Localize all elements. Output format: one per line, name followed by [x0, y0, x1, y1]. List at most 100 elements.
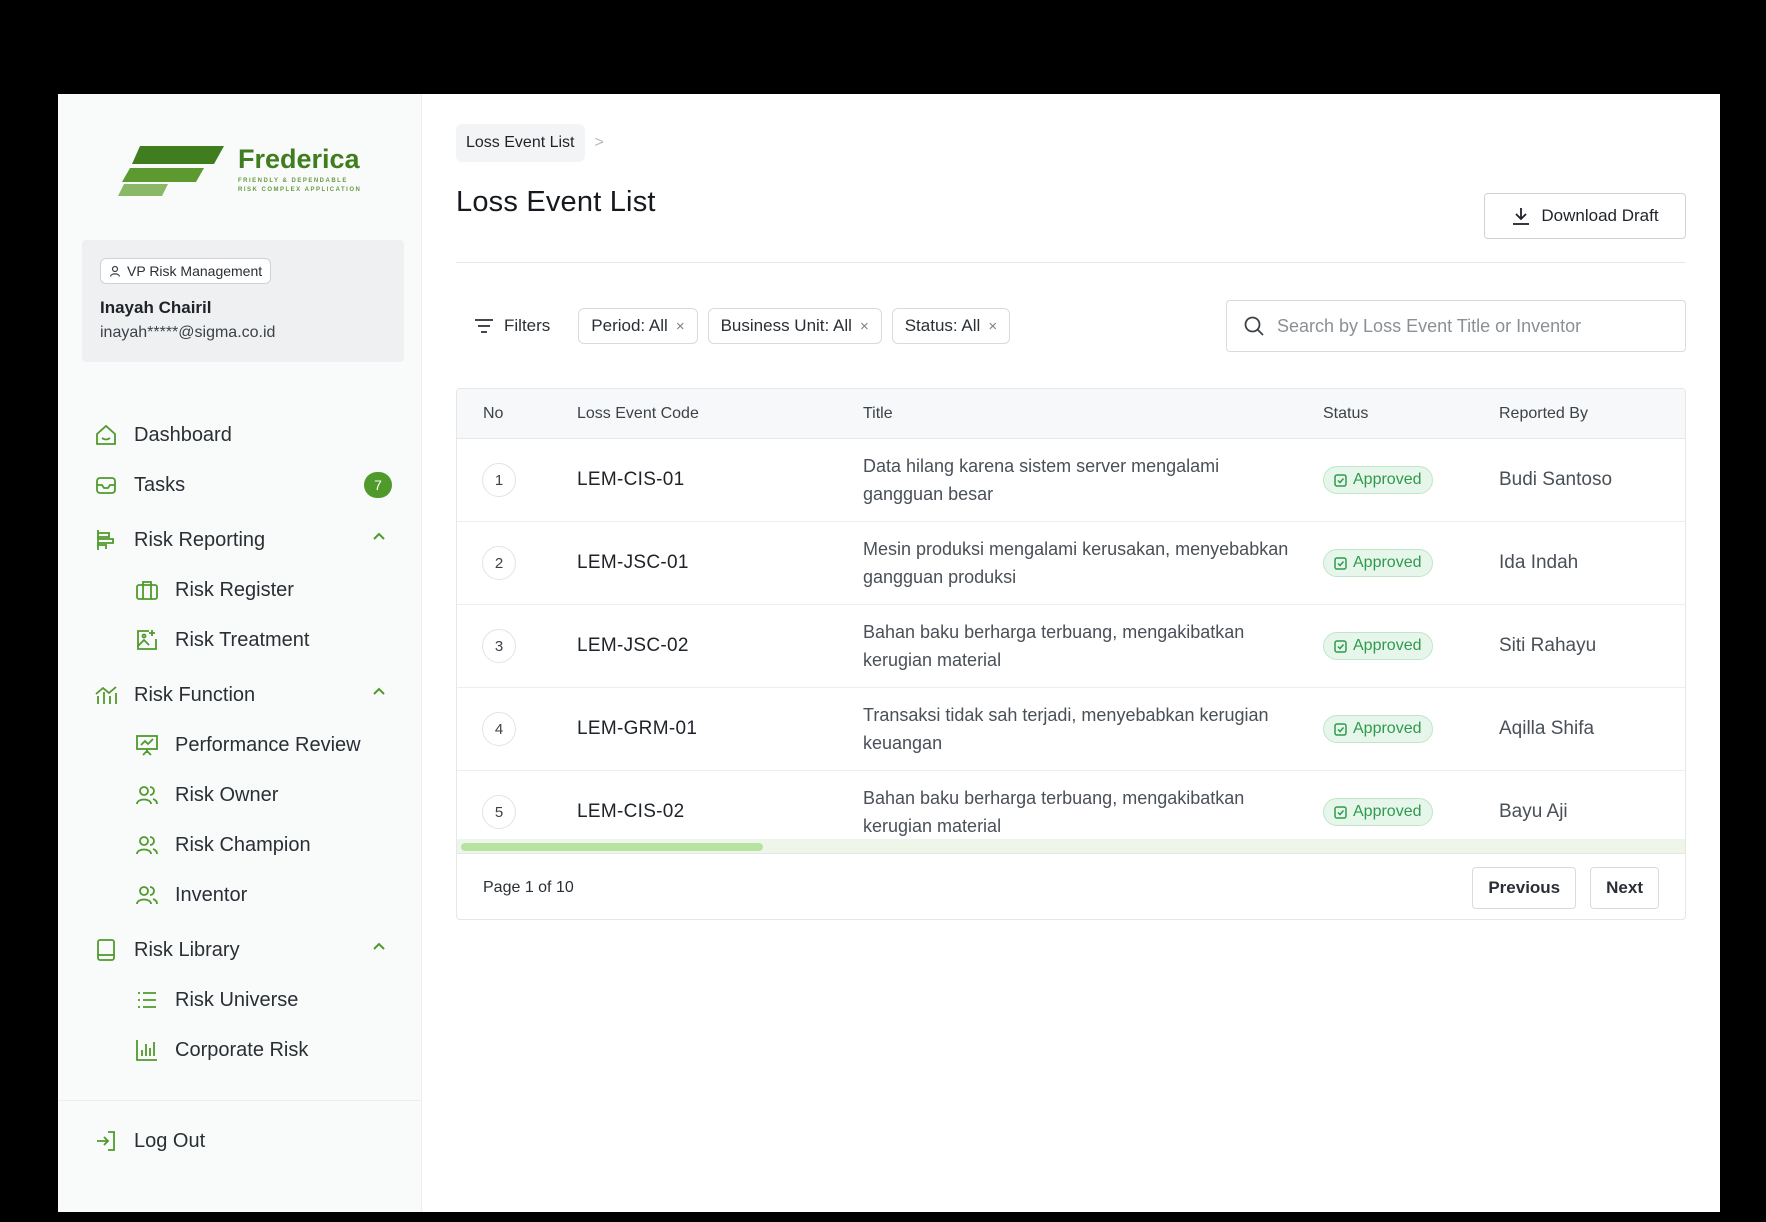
sidebar-item-risk-treatment[interactable]: Risk Treatment: [92, 615, 392, 665]
reported-by: Aqilla Shifa: [1499, 718, 1595, 739]
filter-chip-business-unit[interactable]: Business Unit: All ×: [707, 308, 882, 344]
sidebar-item-risk-universe[interactable]: Risk Universe: [92, 975, 392, 1025]
close-icon[interactable]: ×: [676, 318, 685, 335]
chevron-up-icon[interactable]: [370, 938, 388, 956]
filter-chip-status[interactable]: Status: All ×: [891, 308, 1011, 344]
table-body: 1 LEM-CIS-01 Data hilang karena sistem s…: [457, 439, 1685, 841]
status-label: Approved: [1353, 803, 1422, 820]
sidebar-item-inventor[interactable]: Inventor: [92, 870, 392, 920]
search-input[interactable]: [1277, 315, 1657, 337]
users-icon: [133, 781, 161, 809]
close-icon[interactable]: ×: [860, 318, 869, 335]
presentation-icon: [133, 731, 161, 759]
chart-trend-icon: [92, 681, 120, 709]
main-content: Loss Event List > Loss Event List Downlo…: [422, 94, 1720, 1212]
table-row[interactable]: 3 LEM-JSC-02 Bahan baku berharga terbuan…: [457, 605, 1685, 688]
status-label: Approved: [1353, 554, 1422, 571]
frederica-logo-icon: [118, 146, 224, 196]
sidebar-nav: Dashboard Tasks 7 Risk Reporting Risk Re…: [92, 410, 392, 1075]
loss-event-title: Data hilang karena sistem server mengala…: [863, 456, 1220, 504]
report-icon: [92, 526, 120, 554]
user-email: inayah*****@sigma.co.id: [100, 324, 276, 341]
table-row[interactable]: 5 LEM-CIS-02 Bahan baku berharga terbuan…: [457, 771, 1685, 841]
inbox-icon: [92, 471, 120, 499]
user-name: Inayah Chairil: [100, 298, 212, 317]
chevron-up-icon[interactable]: [370, 528, 388, 546]
next-page-button[interactable]: Next: [1590, 866, 1659, 909]
close-icon[interactable]: ×: [988, 318, 997, 335]
loss-event-code: LEM-JSC-02: [577, 635, 689, 656]
sidebar-item-corporate-risk[interactable]: Corporate Risk: [92, 1025, 392, 1075]
download-draft-label: Download Draft: [1541, 206, 1659, 225]
table-footer: Page 1 of 10 Previous Next: [457, 853, 1685, 919]
table-row[interactable]: 4 LEM-GRM-01 Transaksi tidak sah terjadi…: [457, 688, 1685, 771]
logout-label: Log Out: [134, 1129, 206, 1152]
column-header-status[interactable]: Status: [1323, 405, 1499, 423]
bar-chart-icon: [133, 1036, 161, 1064]
sidebar-item-label: Dashboard: [134, 423, 232, 446]
horizontal-scrollbar[interactable]: [457, 839, 1685, 853]
sidebar: Frederica FRIENDLY & DEPENDABLE RISK COM…: [58, 94, 422, 1212]
sidebar-item-tasks[interactable]: Tasks 7: [92, 460, 392, 510]
reported-by: Budi Santoso: [1499, 469, 1613, 490]
reported-by: Ida Indah: [1499, 552, 1579, 573]
column-header-title[interactable]: Title: [863, 405, 1323, 423]
sidebar-item-label: Risk Owner: [175, 783, 279, 806]
filter-chip-label: Period: All: [591, 316, 668, 335]
loss-event-code: LEM-JSC-01: [577, 552, 689, 573]
brand-tagline-1: FRIENDLY & DEPENDABLE: [238, 177, 348, 184]
row-number: 4: [482, 712, 516, 746]
logout-button[interactable]: Log Out: [92, 1116, 205, 1166]
search-box: [1226, 300, 1686, 352]
loss-event-title: Bahan baku berharga terbuang, mengakibat…: [863, 622, 1245, 670]
sidebar-group-risk-function[interactable]: Risk Function: [92, 670, 392, 720]
user-profile-card: VP Risk Management Inayah Chairil inayah…: [82, 240, 404, 362]
chevron-up-icon[interactable]: [370, 683, 388, 701]
user-icon: [109, 265, 121, 277]
row-number: 2: [482, 546, 516, 580]
table-header: No Loss Event Code Title Status Reported…: [457, 389, 1685, 439]
previous-page-button[interactable]: Previous: [1472, 866, 1577, 909]
status-badge: Approved: [1323, 798, 1433, 826]
sidebar-item-dashboard[interactable]: Dashboard: [92, 410, 392, 460]
column-header-code[interactable]: Loss Event Code: [577, 405, 863, 423]
breadcrumb-item-loss-event-list[interactable]: Loss Event List: [456, 124, 585, 162]
column-header-no[interactable]: No: [457, 405, 577, 423]
download-draft-button[interactable]: Download Draft: [1484, 193, 1686, 239]
loss-event-title: Bahan baku berharga terbuang, mengakibat…: [863, 788, 1245, 836]
column-header-reported-by[interactable]: Reported By: [1499, 405, 1685, 423]
table-row[interactable]: 1 LEM-CIS-01 Data hilang karena sistem s…: [457, 439, 1685, 522]
check-square-icon: [1334, 805, 1347, 819]
sidebar-item-risk-owner[interactable]: Risk Owner: [92, 770, 392, 820]
users-icon: [133, 881, 161, 909]
brand-text: Frederica FRIENDLY & DEPENDABLE RISK COM…: [238, 143, 361, 195]
check-square-icon: [1334, 473, 1347, 487]
sidebar-item-risk-register[interactable]: Risk Register: [92, 565, 392, 615]
reported-by: Siti Rahayu: [1499, 635, 1597, 656]
sidebar-item-label: Risk Register: [175, 578, 294, 601]
status-cell: Approved: [1323, 466, 1499, 494]
brand-name: Frederica: [238, 143, 360, 174]
row-number-cell: 4: [457, 712, 577, 746]
briefcase-icon: [133, 576, 161, 604]
sidebar-item-performance-review[interactable]: Performance Review: [92, 720, 392, 770]
brand-logo[interactable]: Frederica FRIENDLY & DEPENDABLE RISK COM…: [118, 144, 361, 196]
page-title: Loss Event List: [456, 186, 656, 218]
table-row[interactable]: 2 LEM-JSC-01 Mesin produksi mengalami ke…: [457, 522, 1685, 605]
role-badge: VP Risk Management: [100, 258, 272, 284]
filter-chip-period[interactable]: Period: All ×: [578, 308, 698, 344]
status-badge: Approved: [1323, 715, 1433, 743]
scrollbar-thumb[interactable]: [461, 843, 763, 851]
sidebar-group-risk-library[interactable]: Risk Library: [92, 925, 392, 975]
row-number: 3: [482, 629, 516, 663]
loss-event-title: Transaksi tidak sah terjadi, menyebabkan…: [863, 705, 1269, 753]
filters-button[interactable]: Filters: [456, 308, 568, 344]
sidebar-item-label: Tasks: [134, 473, 186, 496]
sidebar-item-risk-champion[interactable]: Risk Champion: [92, 820, 392, 870]
sidebar-group-risk-reporting[interactable]: Risk Reporting: [92, 515, 392, 565]
logout-icon: [92, 1127, 120, 1155]
filter-chip-label: Status: All: [904, 316, 981, 335]
home-icon: [92, 421, 120, 449]
filter-bar: Filters Period: All × Business Unit: All…: [456, 308, 1011, 344]
breadcrumb: Loss Event List >: [456, 124, 604, 162]
